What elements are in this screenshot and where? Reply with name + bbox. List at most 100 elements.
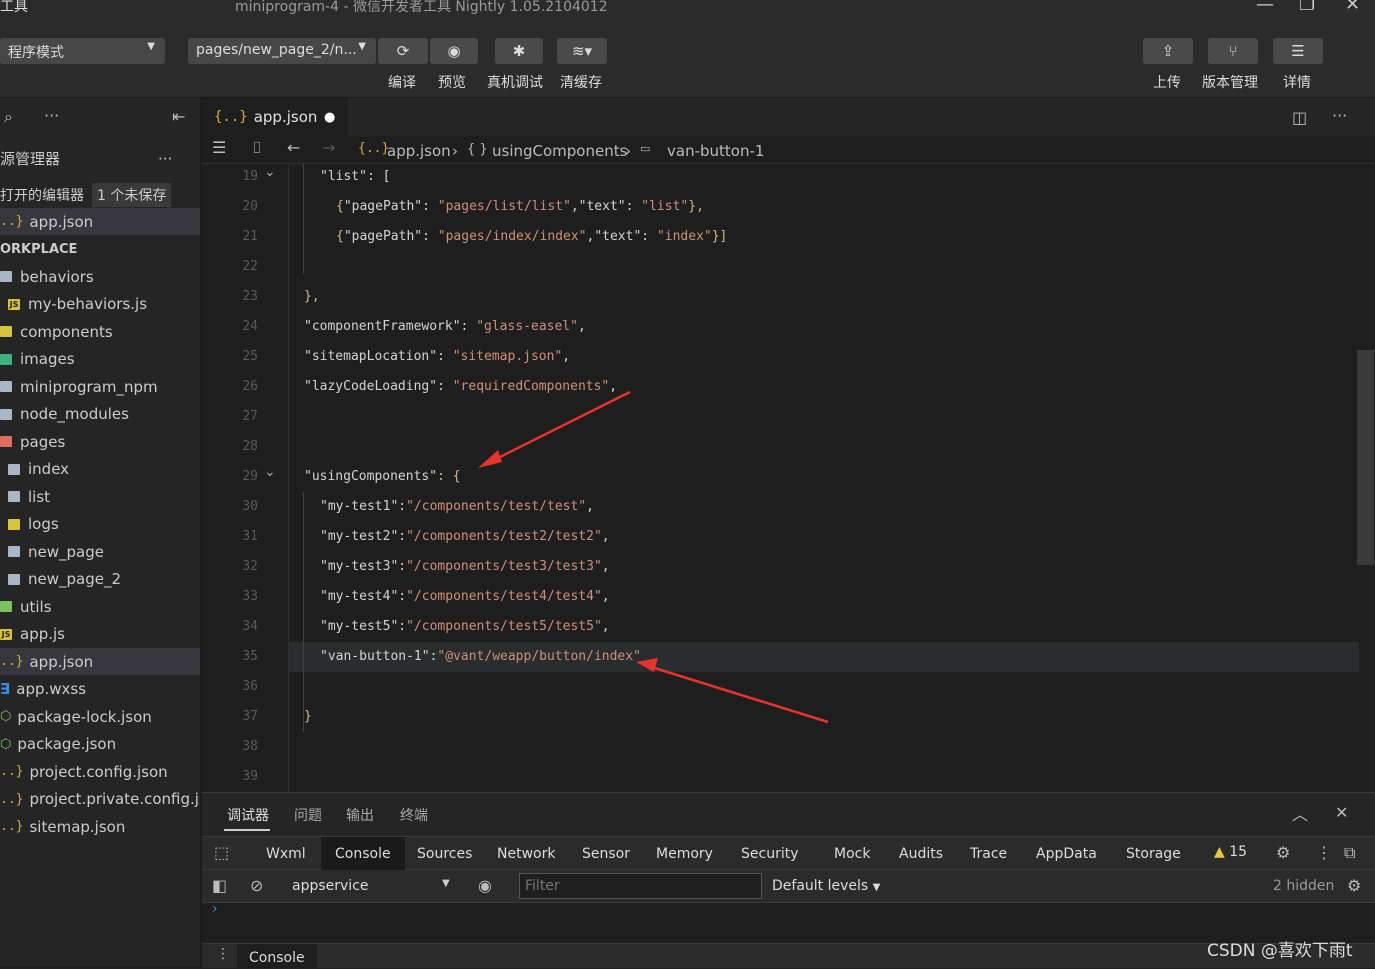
devtools-tab-storage[interactable]: Storage bbox=[1126, 837, 1181, 870]
tree-item[interactable]: ..} app.json bbox=[0, 648, 200, 675]
tree-item[interactable]: ⬡ package-lock.json bbox=[0, 703, 200, 730]
breadcrumb-van-button[interactable]: van-button-1 bbox=[667, 142, 764, 160]
tree-item[interactable]: images bbox=[0, 346, 200, 373]
tab-app-json[interactable]: {..} app.json ● bbox=[202, 98, 348, 136]
clear-console-icon[interactable]: ⊘ bbox=[250, 876, 263, 895]
collapse-sidebar-icon[interactable]: ⇤ bbox=[172, 107, 185, 126]
open-editors-header[interactable]: 打开的编辑器 1 个未保存 bbox=[0, 181, 200, 208]
devtools-tab-network[interactable]: Network bbox=[497, 837, 555, 870]
eye-icon[interactable]: ◉ bbox=[478, 876, 492, 895]
clear-cache-button[interactable]: ≋▾ bbox=[557, 38, 607, 64]
split-editor-icon[interactable]: ◫ bbox=[1292, 108, 1307, 127]
tree-item[interactable]: JS app.js bbox=[0, 621, 200, 648]
breadcrumb-file[interactable]: app.json bbox=[387, 142, 451, 160]
tree-item[interactable]: utils bbox=[0, 593, 200, 620]
menu-tools[interactable]: 工具 bbox=[0, 0, 28, 16]
tree-item-label: components bbox=[20, 322, 113, 341]
tree-item[interactable]: ..} sitemap.json bbox=[0, 813, 200, 840]
tree-item[interactable]: index bbox=[0, 456, 200, 483]
tree-item-label: app.wxss bbox=[16, 680, 87, 698]
chevron-up-icon[interactable]: ︿ bbox=[1292, 801, 1308, 825]
devtools-tab-wxml[interactable]: Wxml bbox=[266, 837, 306, 870]
gear-icon[interactable]: ⚙ bbox=[1347, 876, 1361, 895]
workspace-label: ORKPLACE bbox=[0, 242, 78, 257]
remote-debug-label: 真机调试 bbox=[487, 75, 543, 91]
tab-problems[interactable]: 问题 bbox=[294, 805, 322, 825]
devtools-tab-memory[interactable]: Memory bbox=[656, 837, 713, 870]
console-output[interactable]: › bbox=[202, 901, 1375, 943]
tree-item-label: logs bbox=[28, 515, 59, 533]
context-select[interactable]: appservice bbox=[292, 878, 369, 894]
preview-button[interactable]: ◉ bbox=[430, 38, 478, 64]
tree-item[interactable]: ⬡ package.json bbox=[0, 731, 200, 758]
tree-item-label: package.json bbox=[17, 735, 117, 753]
devtools-tab-console[interactable]: Console bbox=[321, 837, 405, 870]
breadcrumb-using-components[interactable]: usingComponents bbox=[492, 142, 627, 160]
inspect-icon[interactable]: ⬚ bbox=[214, 843, 229, 862]
restore-icon[interactable]: ❐ bbox=[1299, 0, 1315, 15]
devtools-tab-mock[interactable]: Mock bbox=[834, 837, 870, 870]
tree-item[interactable]: node_modules bbox=[0, 401, 200, 428]
workspace-header[interactable]: ORKPLACE bbox=[0, 236, 200, 263]
upload-button[interactable]: ⇪ bbox=[1143, 38, 1193, 64]
tree-item[interactable]: JS my-behaviors.js bbox=[0, 291, 200, 318]
mode-select[interactable]: 程序模式 ▼ bbox=[0, 38, 165, 64]
warning-count-value: 15 bbox=[1229, 844, 1248, 860]
list-icon[interactable]: ☰ bbox=[212, 138, 226, 157]
tree-item[interactable]: miniprogram_npm bbox=[0, 373, 200, 400]
page-select[interactable]: pages/new_page_2/n... ▼ bbox=[188, 38, 376, 64]
levels-dropdown[interactable]: Default levels ▼ bbox=[772, 878, 880, 894]
tree-item[interactable]: new_page bbox=[0, 538, 200, 565]
tree-item[interactable]: ..} project.private.config.json bbox=[0, 786, 200, 813]
tree-item[interactable]: pages bbox=[0, 428, 200, 455]
caret-down-icon: ▼ bbox=[358, 41, 366, 52]
compile-button[interactable]: ⟳ bbox=[378, 38, 428, 64]
dock-icon[interactable]: ⧉ bbox=[1344, 843, 1355, 863]
tab-output[interactable]: 输出 bbox=[346, 805, 374, 825]
devtools-tab-appdata[interactable]: AppData bbox=[1036, 837, 1097, 870]
version-button[interactable]: ⑂ bbox=[1208, 38, 1258, 64]
warning-count[interactable]: ▲ 15 bbox=[1214, 844, 1247, 860]
tree-item[interactable]: new_page_2 bbox=[0, 566, 200, 593]
minimize-icon[interactable]: — bbox=[1256, 0, 1274, 15]
forward-icon[interactable]: → bbox=[322, 138, 335, 157]
kebab-icon[interactable]: ⋮ bbox=[1316, 843, 1332, 862]
caret-down-icon: ▼ bbox=[442, 878, 450, 889]
devtools-tab-security[interactable]: Security bbox=[741, 837, 799, 870]
open-editor-item[interactable]: ..} app.json bbox=[0, 208, 200, 235]
tab-terminal[interactable]: 终端 bbox=[400, 805, 428, 825]
details-button[interactable]: ☰ bbox=[1273, 38, 1323, 64]
close-icon[interactable]: ✕ bbox=[1345, 0, 1360, 15]
tree-item[interactable]: components bbox=[0, 318, 200, 345]
devtools-tab-audits[interactable]: Audits bbox=[899, 837, 943, 870]
filter-input[interactable] bbox=[519, 873, 762, 899]
tree-item-label: sitemap.json bbox=[29, 817, 126, 836]
more-icon[interactable]: ··· bbox=[44, 106, 59, 125]
devtools-tab-trace[interactable]: Trace bbox=[970, 837, 1007, 870]
tree-item[interactable]: behaviors bbox=[0, 263, 200, 290]
more-icon[interactable]: ··· bbox=[1332, 106, 1347, 125]
tab-debugger[interactable]: 调试器 bbox=[227, 805, 269, 825]
js-file-icon: JS bbox=[0, 628, 12, 640]
tree-item[interactable]: ∃ app.wxss bbox=[0, 676, 200, 703]
drawer-tab-console[interactable]: Console bbox=[237, 944, 317, 969]
tree-item[interactable]: list bbox=[0, 483, 200, 510]
npm-file-icon: ⬡ bbox=[0, 709, 12, 724]
pages-folder-icon bbox=[0, 436, 12, 447]
code-editor[interactable]: ⌄ ⌄ 19 "list": [20 {"pagePath": "pages/lis… bbox=[202, 164, 1375, 792]
more-icon[interactable]: ··· bbox=[158, 150, 172, 168]
gear-icon[interactable]: ⚙ bbox=[1276, 843, 1290, 862]
devtools-tab-sources[interactable]: Sources bbox=[417, 837, 472, 870]
bookmark-icon[interactable]: ⌷ bbox=[252, 138, 262, 158]
unsaved-dot-icon[interactable]: ● bbox=[324, 110, 335, 125]
sidebar-toggle-icon[interactable]: ◧ bbox=[212, 876, 227, 895]
tree-item[interactable]: ..} project.config.json bbox=[0, 758, 200, 785]
search-icon[interactable]: ⌕ bbox=[4, 107, 13, 127]
remote-debug-button[interactable]: ✱ bbox=[495, 38, 543, 64]
devtools-tab-sensor[interactable]: Sensor bbox=[582, 837, 630, 870]
back-icon[interactable]: ← bbox=[287, 138, 300, 157]
tree-item-label: list bbox=[28, 487, 51, 506]
close-panel-icon[interactable]: ✕ bbox=[1335, 803, 1348, 822]
tree-item[interactable]: logs bbox=[0, 511, 200, 538]
kebab-icon[interactable]: ⋮ bbox=[216, 946, 230, 962]
